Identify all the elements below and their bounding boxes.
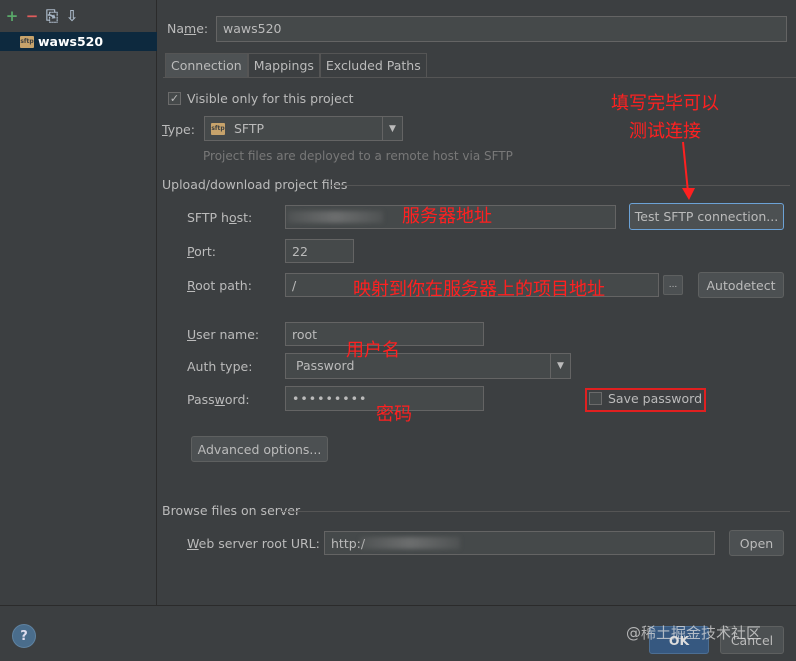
name-label: Name: — [167, 21, 209, 36]
type-value: SFTP — [234, 121, 265, 136]
visible-only-label: Visible only for this project — [187, 91, 354, 106]
browse-button[interactable]: ... — [663, 275, 683, 295]
annotation-user-hint: 用户名 — [346, 340, 400, 361]
open-button[interactable]: Open — [729, 530, 784, 556]
web-root-url-label: Web server root URL: — [187, 536, 320, 551]
server-tree-item-label: waws520 — [38, 34, 104, 49]
root-path-label: Root path: — [187, 278, 252, 293]
sftp-host-label: SFTP host: — [187, 210, 253, 225]
port-input[interactable]: 22 — [285, 239, 354, 263]
name-input[interactable]: waws520 — [216, 16, 787, 42]
annotation-arrow — [682, 141, 695, 200]
port-label: Port: — [187, 244, 216, 259]
sftp-icon: sftp — [20, 35, 34, 48]
chevron-down-icon[interactable]: ▼ — [550, 354, 570, 378]
sftp-icon: sftp — [211, 122, 225, 135]
test-connection-button[interactable]: Test SFTP connection... — [629, 203, 784, 230]
tab-divider — [163, 77, 796, 78]
annotation-test-hint: 填写完毕可以 测试连接 — [611, 93, 719, 142]
password-label: Password: — [187, 392, 250, 407]
autodetect-button[interactable]: Autodetect — [698, 272, 784, 298]
left-toolbar: + − ⎘ ⇩ — [4, 8, 80, 28]
remove-icon[interactable]: − — [24, 8, 40, 24]
tab-connection[interactable]: Connection — [165, 53, 248, 77]
redacted-url — [360, 537, 460, 549]
checkmark-icon[interactable]: ✓ — [168, 92, 181, 105]
tab-mappings[interactable]: Mappings — [247, 53, 320, 77]
advanced-options-button[interactable]: Advanced options... — [191, 436, 328, 462]
user-name-label: User name: — [187, 327, 260, 342]
move-icon[interactable]: ⇩ — [64, 8, 80, 24]
watermark: @稀土掘金技术社区 — [626, 624, 762, 642]
add-icon[interactable]: + — [4, 8, 20, 24]
type-description: Project files are deployed to a remote h… — [203, 149, 513, 163]
annotation-password-hint: 密码 — [376, 404, 412, 425]
tab-bar: Connection Mappings Excluded Paths — [165, 53, 427, 77]
chevron-down-icon[interactable]: ▼ — [382, 117, 402, 140]
redacted-host — [288, 211, 383, 223]
annotation-highlight-box — [585, 388, 706, 412]
visible-only-checkbox[interactable]: ✓ Visible only for this project — [168, 91, 354, 106]
tab-excluded-paths[interactable]: Excluded Paths — [319, 53, 427, 77]
help-icon[interactable]: ? — [12, 624, 36, 648]
server-tree-item[interactable]: sftp waws520 — [0, 32, 157, 51]
annotation-host-hint: 服务器地址 — [402, 206, 492, 227]
annotation-root-hint: 映射到你在服务器上的项目地址 — [353, 279, 605, 300]
type-select[interactable]: sftp SFTP ▼ — [204, 116, 403, 141]
auth-type-label: Auth type: — [187, 359, 253, 374]
auth-type-select[interactable]: Password ▼ — [285, 353, 571, 379]
copy-icon[interactable]: ⎘ — [44, 8, 60, 24]
footer-divider — [0, 605, 796, 606]
upload-section-title: Upload/download project files — [162, 177, 348, 192]
left-panel — [0, 0, 157, 605]
section-divider — [280, 511, 790, 512]
type-label: Type: — [162, 122, 195, 137]
